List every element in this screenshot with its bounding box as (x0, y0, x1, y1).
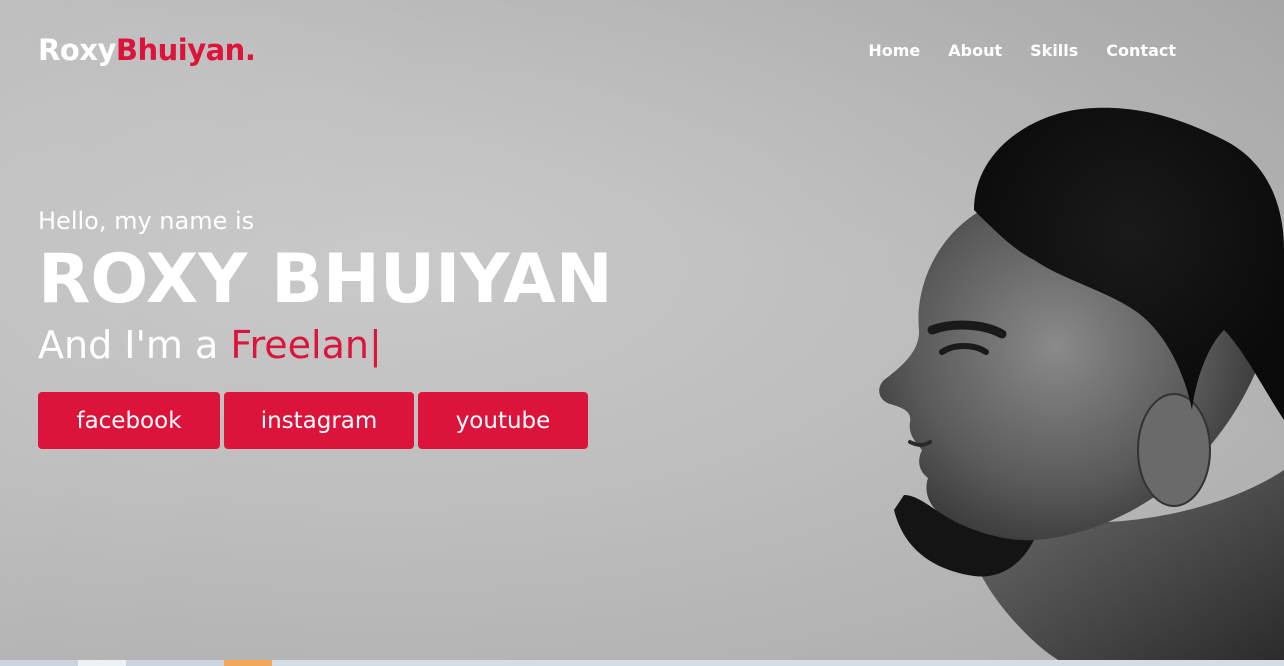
profile-portrait-image (879, 107, 1284, 666)
hero-section: RoxyBhuiyan. Home About Skills Contact H… (0, 0, 1284, 666)
nav-item-about: About (948, 41, 1002, 60)
hero-role-prefix: And I'm a (38, 323, 231, 367)
facebook-button[interactable]: facebook (38, 392, 220, 449)
site-logo[interactable]: RoxyBhuiyan. (38, 33, 256, 67)
logo-accent-text: Bhuiyan. (115, 33, 256, 67)
youtube-button[interactable]: youtube (418, 392, 588, 449)
strip-segment (78, 660, 126, 666)
strip-segment (224, 660, 272, 666)
hero-content: Hello, my name is ROXY BHUIYAN And I'm a… (38, 204, 613, 449)
nav-item-skills: Skills (1030, 41, 1078, 60)
nav-link-about[interactable]: About (948, 41, 1002, 60)
hero-role-typed: Freelan (230, 323, 369, 367)
bottom-strip (0, 660, 1284, 666)
nav-link-contact[interactable]: Contact (1106, 41, 1176, 60)
nav-link-home[interactable]: Home (868, 41, 920, 60)
hero-role: And I'm a Freelan| (38, 320, 613, 370)
instagram-button[interactable]: instagram (224, 392, 414, 449)
strip-segment (272, 660, 1284, 666)
navbar: RoxyBhuiyan. Home About Skills Contact (38, 28, 1176, 72)
strip-segment (126, 660, 224, 666)
social-buttons: facebook instagram youtube (38, 392, 613, 449)
nav-item-home: Home (868, 41, 920, 60)
strip-segment (0, 660, 78, 666)
logo-primary-text: Roxy (38, 33, 116, 67)
nav-menu: Home About Skills Contact (868, 41, 1176, 60)
hero-name: ROXY BHUIYAN (38, 240, 613, 319)
nav-link-skills[interactable]: Skills (1030, 41, 1078, 60)
hero-greeting: Hello, my name is (38, 207, 255, 235)
nav-item-contact: Contact (1106, 41, 1176, 60)
typing-cursor: | (368, 323, 382, 367)
